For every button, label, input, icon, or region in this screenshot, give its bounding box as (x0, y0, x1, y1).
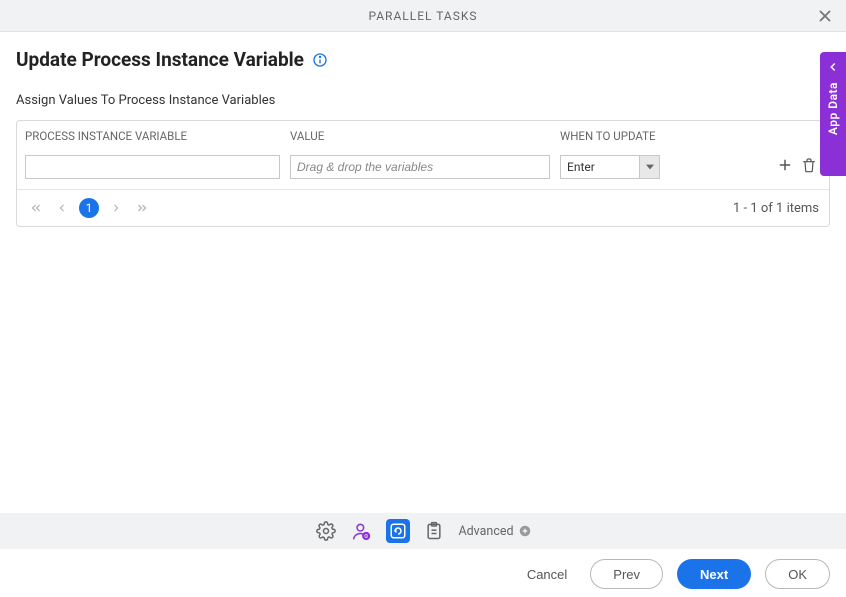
pager-prev-icon[interactable] (53, 199, 71, 217)
table-row: Enter (17, 151, 829, 189)
form-icon[interactable] (422, 519, 446, 543)
add-row-icon[interactable] (777, 157, 793, 177)
close-icon[interactable] (816, 7, 834, 25)
main-content: Update Process Instance Variable Assign … (0, 32, 846, 243)
chevron-left-icon (826, 60, 840, 74)
col-header-value: VALUE (288, 129, 558, 143)
settings-icon[interactable] (314, 519, 338, 543)
select-value: Enter (561, 156, 639, 178)
info-icon[interactable] (312, 52, 328, 68)
ok-button[interactable]: OK (765, 559, 830, 589)
pager-page-1[interactable]: 1 (79, 198, 99, 218)
col-header-variable: PROCESS INSTANCE VARIABLE (23, 129, 288, 143)
user-icon[interactable] (350, 519, 374, 543)
grid-header-row: PROCESS INSTANCE VARIABLE VALUE WHEN TO … (17, 121, 829, 151)
cancel-button[interactable]: Cancel (518, 559, 576, 589)
pager-next-icon[interactable] (107, 199, 125, 217)
delete-row-icon[interactable] (801, 157, 817, 177)
pager-first-icon[interactable] (27, 199, 45, 217)
plus-circle-icon (518, 524, 532, 538)
footer-buttons: Cancel Prev Next OK (518, 559, 830, 589)
dialog-title: PARALLEL TASKS (368, 9, 477, 23)
pager-info: 1 - 1 of 1 items (733, 201, 819, 216)
section-label: Assign Values To Process Instance Variab… (16, 93, 830, 108)
prev-button[interactable]: Prev (590, 559, 663, 589)
variable-input[interactable] (25, 155, 280, 179)
variable-grid: PROCESS INSTANCE VARIABLE VALUE WHEN TO … (16, 120, 830, 227)
advanced-toggle[interactable]: Advanced (458, 524, 531, 539)
advanced-label: Advanced (458, 524, 513, 539)
bottom-toolbar: Advanced (0, 513, 846, 549)
pager-last-icon[interactable] (133, 199, 151, 217)
when-to-update-select[interactable]: Enter (560, 155, 660, 179)
app-data-label: App Data (826, 82, 840, 135)
pager: 1 (27, 198, 151, 218)
col-header-when: WHEN TO UPDATE (558, 129, 708, 143)
variable-mapping-icon[interactable] (386, 519, 410, 543)
grid-footer: 1 1 - 1 of 1 items (17, 189, 829, 226)
next-button[interactable]: Next (677, 559, 751, 589)
value-input[interactable] (290, 155, 550, 179)
chevron-down-icon[interactable] (639, 156, 659, 178)
page-title: Update Process Instance Variable (16, 48, 304, 71)
app-data-tab[interactable]: App Data (820, 52, 846, 176)
dialog-header: PARALLEL TASKS (0, 0, 846, 32)
